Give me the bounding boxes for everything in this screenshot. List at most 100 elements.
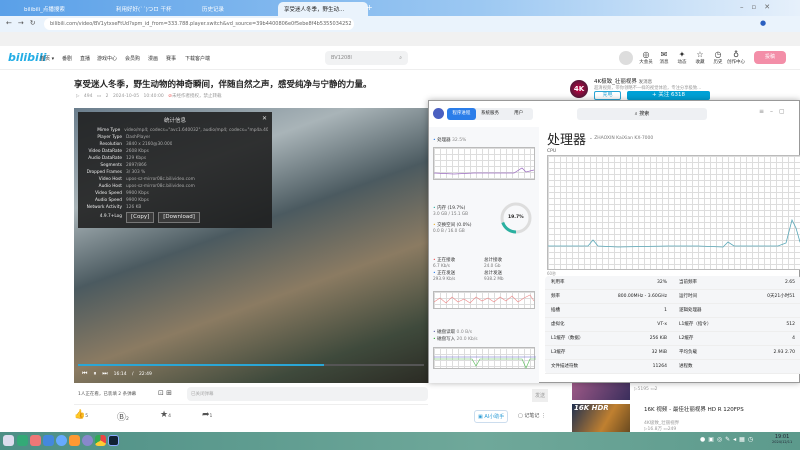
cpu-stat-row: 插槽 1 逻辑处理器 [545, 304, 800, 318]
launcher-icon[interactable] [3, 435, 14, 446]
cpu-mini-graph[interactable] [433, 147, 535, 180]
prev-icon: ⏮ [82, 370, 88, 377]
viewer-count: 1人正在看，已装填 2 条弹幕 [78, 392, 137, 397]
memory-ring: 19.7% [499, 201, 533, 237]
cpu-stat-row: 虚拟化 VT-x L1缓存（指令） 512 [545, 318, 800, 332]
ai-assistant-button[interactable]: ▣ AI小助手 [474, 410, 509, 423]
nav-game[interactable]: 游戏中心 [97, 55, 117, 62]
tab-video[interactable]: 享受迷人冬季，野生动... [278, 2, 368, 16]
cpu-stat-row: L1缓存（数据） 256 KiB L2缓存 4 [545, 332, 800, 346]
favorite-button[interactable]: ★4 [160, 410, 171, 420]
task-manager-icon[interactable] [108, 435, 119, 446]
stats-row: Audio Speed 9900 Kbps [94, 198, 149, 203]
disk-write: • 磁盘写入 20.0 Kb/s [433, 337, 478, 342]
action-row: 👍5 Ⓑ2 ★4 ➦1 [74, 410, 234, 423]
rec-2-title[interactable]: 16K 视频 - 最佳壮丽视界 HD R 120FPS [644, 405, 794, 413]
nav-anime[interactable]: 番剧 [62, 55, 72, 62]
tab-processes[interactable]: 程序进程 [447, 108, 476, 120]
files-icon[interactable] [17, 435, 28, 446]
danmaku-bar: 1人正在看，已装填 2 条弹幕 ⊡ ⊞ 已关闭弹幕 [74, 383, 428, 405]
danmaku-input[interactable]: 已关闭弹幕 [187, 387, 428, 401]
calendar-icon[interactable] [43, 435, 54, 446]
cpu-stat-row: 频率 800.00MHz - 3.60GHz 运行时间 0天21小时51 [545, 290, 800, 304]
tab-services[interactable]: 系统服务 [476, 108, 505, 120]
graph-label: CPU [547, 149, 557, 154]
search-icon[interactable]: ⌕ [399, 55, 402, 61]
uploader-name[interactable]: 4K极致_壮丽视界 发消息 [594, 77, 652, 85]
copy-button[interactable]: [Copy] [126, 212, 155, 223]
header-creator[interactable]: ♁ 创作中心 [725, 50, 747, 65]
cpu-stat-row: 利用率 32% 当前频率 2.65 [545, 276, 800, 290]
nav-mall[interactable]: 会员购 [125, 55, 140, 62]
stats-row: Audio Host upos-sz-mirror08c.bilivideo.co… [98, 184, 195, 189]
search-placeholder: BV1208I [331, 55, 352, 61]
stats-row: Resolution 3840 x 2160@30.000 [99, 142, 173, 147]
settings-icon[interactable] [82, 435, 93, 446]
stats-row: Video Speed 9900 Kbps [95, 191, 149, 196]
upload-button[interactable]: 投稿 [754, 51, 786, 64]
tab-history[interactable]: 历史记录 [196, 2, 286, 16]
share-button[interactable]: ➦1 [202, 410, 212, 420]
video-meta: ▷ 494 ▭ 2 2024-10-05 10:40:00 ⊘未经作者授权，禁止… [76, 94, 222, 99]
stats-panel: 统计信息 ✕ Mime Type video/mp4; codecs="avc1.… [78, 112, 272, 228]
url-input[interactable]: bilibili.com/video/BV1ytxseFtUd?spm_id_f… [44, 18, 354, 30]
stats-row: Video DataRate 2608 Kbps [88, 149, 149, 154]
bulb-icon: ♁ [733, 50, 739, 59]
net-total-recv: 总计接收 24.0 Gb [484, 258, 502, 268]
tray-icons[interactable]: ●▣◎✎◂▦◷ [700, 436, 756, 443]
cpu-summary[interactable]: • 处理器 32.5% [433, 137, 466, 143]
stats-title: 统计信息 [163, 118, 186, 124]
nav-manga[interactable]: 漫画 [148, 55, 158, 62]
tm-sidebar: • 处理器 32.5% • 内存 (19.7%) 3.0 GB / 15.1 GB… [429, 127, 539, 383]
new-tab-button[interactable]: + [366, 3, 373, 12]
cpu-stat-row: L3缓存 32 MiB 平均负载 2.93 2.70 [545, 346, 800, 360]
follow-button[interactable]: + 关注 6318 [627, 91, 710, 100]
net-graph[interactable] [433, 291, 535, 309]
disk-graph[interactable] [433, 347, 536, 369]
pause-icon: ⏸ [93, 370, 97, 377]
tab-users[interactable]: 用户 [504, 108, 533, 120]
progress-bar[interactable] [78, 364, 424, 366]
nav-download[interactable]: 下载客户端 [185, 55, 210, 62]
like-button[interactable]: 👍5 [74, 410, 88, 420]
tab-search[interactable]: bilibili_点播搜索 [18, 2, 108, 16]
nav-esports[interactable]: 赛事 [166, 55, 176, 62]
tab-favorites[interactable]: 利用好好(`´)つロ 干杯 [110, 2, 200, 16]
coin-button[interactable]: Ⓑ2 [117, 410, 129, 423]
chrome-icon[interactable] [95, 435, 106, 446]
send-button[interactable]: 发送 [532, 389, 549, 402]
tm-search[interactable]: ⌕ 搜索 [577, 108, 707, 120]
profile-icon[interactable]: ● [760, 19, 766, 27]
disk-read: • 磁盘读取 0.0 B/s [433, 330, 473, 335]
charge-button[interactable]: 充电 [594, 91, 621, 100]
mail-icon[interactable] [69, 435, 80, 446]
task-manager-window: 程序进程 系统服务 用户 ⌕ 搜索 ≡–▢ • 处理器 32.5% • 内存 (… [428, 100, 800, 383]
nav-buttons[interactable]: ←→↻ [6, 19, 42, 27]
swap-summary: • 交换空间 (0.0%) 0.0 B / 16.0 GB [433, 223, 472, 233]
bookmarks-bar [0, 32, 800, 46]
player-controls[interactable]: ⏮ ⏸ ⏭ 16:14 / 22:49 [82, 370, 152, 378]
stats-row: Player Type DashPlayer [97, 135, 151, 140]
search-input[interactable]: BV1208I ⌕ [325, 51, 408, 65]
log-label: 4.9.7+Log [99, 214, 122, 219]
uploader-avatar[interactable]: 4K [570, 80, 588, 98]
clock[interactable]: 19:01 2024/12/11 [772, 434, 792, 444]
tm-window-controls[interactable]: ≡–▢ [759, 108, 791, 115]
cpu-graph[interactable] [547, 155, 800, 270]
stats-row: Audio DataRate 129 Kbps [88, 156, 147, 161]
video-title: 享受迷人冬季，野生动物的神奇瞬间，伴随自然之声，感受纯净与宁静的力量。 [74, 80, 372, 90]
danmaku-toggle-icon[interactable]: ⊡ ⊞ [158, 389, 172, 397]
next-icon: ⏭ [102, 370, 108, 377]
mem-summary[interactable]: • 内存 (19.7%) 3.0 GB / 15.1 GB [433, 205, 468, 216]
notes-button[interactable]: ▢ 记笔记 ⋮ [518, 412, 546, 419]
close-icon[interactable]: ✕ [262, 115, 267, 122]
window-controls[interactable]: –▫✕ [740, 3, 778, 11]
rec-thumb-2[interactable]: 16K HDR [572, 404, 630, 432]
avatar[interactable] [619, 51, 633, 65]
download-button[interactable]: [Download] [158, 212, 200, 223]
nav-home[interactable]: 首页 ▾ [40, 55, 54, 62]
nav-live[interactable]: 直播 [80, 55, 90, 62]
browser-icon[interactable] [56, 435, 67, 446]
app-store-icon[interactable] [30, 435, 41, 446]
rec-1-stats: ▷5195 ▭2 [634, 387, 658, 392]
